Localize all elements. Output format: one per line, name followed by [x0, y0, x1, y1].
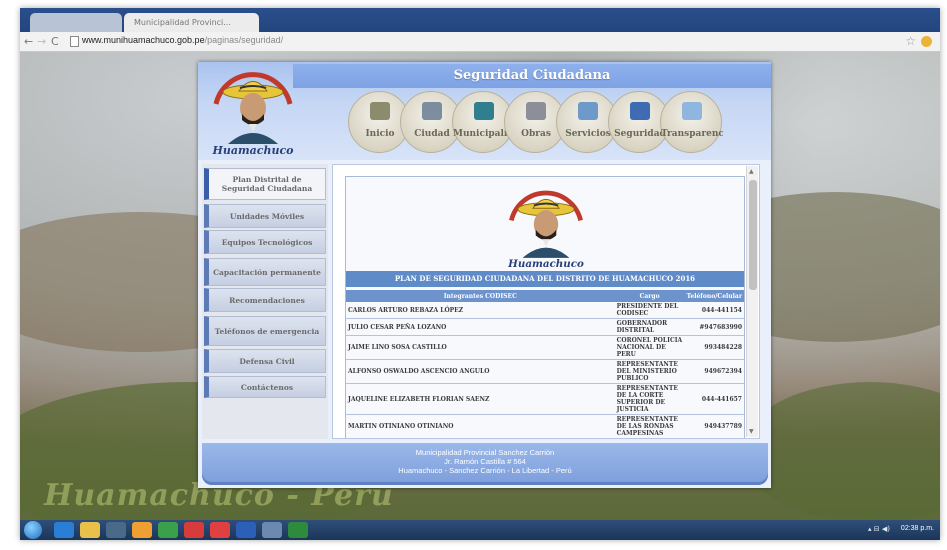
logo-caption: Huamachuco: [211, 144, 293, 157]
media-player-icon[interactable]: [106, 522, 126, 538]
scroll-down-icon[interactable]: ▼: [749, 428, 754, 435]
table-row: CARLOS ARTURO REBAZA LÓPEZ PRESIDENTE DEL…: [346, 302, 744, 319]
footer-line-3: Huamachuco - Sanchez Carrión - La Libert…: [398, 466, 572, 475]
city-icon: [422, 102, 442, 120]
word-icon[interactable]: [236, 522, 256, 538]
sidebar-item-2[interactable]: Equipos Tecnológicos: [204, 230, 326, 254]
table-row: JAQUELINE ELIZABETH FLORIAN SAENZ REPRESE…: [346, 383, 744, 415]
opera-icon[interactable]: [210, 522, 230, 538]
sidebar-item-4[interactable]: Recomendaciones: [204, 288, 326, 312]
municipality-logo[interactable]: Huamachuco: [202, 64, 304, 158]
scroll-up-icon[interactable]: ▲: [749, 168, 754, 175]
main-menu: InicioCiudadMunicipalidadObrasServiciosS…: [348, 91, 768, 157]
browser-tab-inactive[interactable]: [30, 13, 122, 32]
security-icon: [630, 102, 650, 120]
phone-cell: 993484228: [684, 335, 744, 360]
url-path: /paginas/seguridad/: [204, 35, 284, 45]
internet-explorer-icon[interactable]: [54, 522, 74, 538]
table-row: ALFONSO OSWALDO ASCENCIO ANGULO REPRESENT…: [346, 359, 744, 384]
table-row: MARTIN OTINIANO OTINIANO REPRESENTANTE DE…: [346, 414, 744, 438]
taskbar: ▴ ⊟ ◀) 02:38 p.m.: [20, 520, 940, 540]
website: Seguridad Ciudadana Huamachuco Inicio Ciu…: [198, 62, 771, 488]
start-button-icon[interactable]: [24, 521, 42, 539]
sidebar-item-3[interactable]: Capacitación permanente: [204, 258, 326, 286]
sidebar-item-6[interactable]: Defensa Civil: [204, 349, 326, 373]
bookmark-star-icon[interactable]: ☆: [905, 34, 916, 48]
menu-button-6[interactable]: Transparencia: [660, 91, 723, 153]
system-tray-icons[interactable]: ▴ ⊟ ◀): [868, 525, 890, 533]
column-header-cargo: Cargo: [614, 290, 685, 302]
phone-cell: 044-441154: [684, 302, 744, 319]
extension-icon[interactable]: [921, 36, 932, 47]
reload-icon[interactable]: C: [51, 35, 59, 48]
excel-icon[interactable]: [288, 522, 308, 538]
scroll-thumb[interactable]: [749, 180, 757, 290]
member-name-cell: JAIME LINO SOSA CASTILLO: [346, 335, 615, 360]
plan-title: PLAN DE SEGURIDAD CIUDADANA DEL DISTRITO…: [346, 271, 744, 287]
chrome-icon[interactable]: [158, 522, 178, 538]
firefox-icon[interactable]: [132, 522, 152, 538]
footer-line-2: Jr. Ramón Castilla # 564: [444, 457, 526, 466]
works-icon: [526, 102, 546, 120]
site-header: Seguridad Ciudadana Huamachuco Inicio Ciu…: [198, 62, 771, 160]
member-name-cell: MARTIN OTINIANO OTINIANO: [346, 414, 615, 438]
phone-cell: #947683990: [684, 318, 744, 336]
site-footer: Municipalidad Provincial Sanchez Carrión…: [202, 443, 768, 485]
member-name-cell: CARLOS ARTURO REBAZA LÓPEZ: [346, 302, 615, 319]
codisec-table: Integrantes CODISEC Cargo Teléfono/Celul…: [346, 290, 744, 438]
browser-tab-active[interactable]: Municipalidad Provinci...: [124, 13, 259, 32]
member-name-cell: ALFONSO OSWALDO ASCENCIO ANGULO: [346, 359, 615, 384]
window-icon[interactable]: [262, 522, 282, 538]
phone-cell: 949672394: [684, 359, 744, 384]
cargo-cell: PRESIDENTE DEL CODISEC: [614, 302, 685, 319]
member-name-cell: JAQUELINE ELIZABETH FLORIAN SAENZ: [346, 383, 615, 415]
table-row: JAIME LINO SOSA CASTILLO CORONEL POLICIA …: [346, 335, 744, 360]
document-logo-caption: Huamachuco: [507, 258, 584, 270]
cargo-cell: GOBERNADOR DISTRITAL: [614, 318, 685, 336]
pdf-reader-icon[interactable]: [184, 522, 204, 538]
page-icon: [70, 36, 79, 47]
content-panel: Huamachuco PLAN DE SEGURIDAD CIUDADANA D…: [332, 164, 760, 439]
member-name-cell: JULIO CESAR PEÑA LOZANO: [346, 318, 615, 336]
sidebar-item-0[interactable]: Plan Distrital de Seguridad Ciudadana: [204, 168, 326, 200]
table-body: CARLOS ARTURO REBAZA LÓPEZ PRESIDENTE DEL…: [346, 302, 744, 438]
document-area: Huamachuco PLAN DE SEGURIDAD CIUDADANA D…: [345, 176, 745, 438]
content-scrollbar[interactable]: ▲ ▼: [746, 166, 758, 437]
url-domain: www.munihuamachuco.gob.pe: [82, 35, 205, 45]
column-header-members: Integrantes CODISEC: [346, 290, 615, 302]
phone-cell: 949437789: [684, 414, 744, 438]
page-title: Seguridad Ciudadana: [293, 64, 771, 88]
footer-line-1: Municipalidad Provincial Sanchez Carrión: [415, 448, 555, 457]
tab-strip: Municipalidad Provinci...: [20, 8, 940, 32]
table-header-row: Integrantes CODISEC Cargo Teléfono/Celul…: [346, 290, 744, 302]
table-row: JULIO CESAR PEÑA LOZANO GOBERNADOR DISTRI…: [346, 318, 744, 336]
clock: 02:38 p.m.: [900, 525, 934, 532]
url-field[interactable]: www.munihuamachuco.gob.pe/paginas/seguri…: [68, 35, 908, 49]
magnifier-icon: [682, 102, 702, 120]
sidebar: Plan Distrital de Seguridad Ciudadana Uni…: [202, 164, 328, 439]
cargo-cell: REPRESENTANTE DEL MINISTERIO PUBLICO: [614, 359, 685, 384]
address-bar: ← → C www.munihuamachuco.gob.pe/paginas/…: [20, 32, 940, 52]
menu-button-label: Transparencia: [661, 129, 723, 139]
document-logo: Huamachuco: [507, 190, 584, 270]
back-icon[interactable]: ←: [24, 35, 33, 48]
column-header-phone: Teléfono/Celular: [684, 290, 744, 302]
folder-icon[interactable]: [80, 522, 100, 538]
cargo-cell: REPRESENTANTE DE LAS RONDAS CAMPESINAS: [614, 414, 685, 438]
phone-cell: 044-441657: [684, 383, 744, 415]
cargo-cell: REPRESENTANTE DE LA CORTE SUPERIOR DE JU…: [614, 383, 685, 415]
screen-frame: Municipalidad Provinci... ← → C www.muni…: [20, 8, 940, 540]
sidebar-item-1[interactable]: Unidades Móviles: [204, 204, 326, 228]
home-icon: [370, 102, 390, 120]
forward-icon[interactable]: →: [37, 35, 46, 48]
cargo-cell: CORONEL POLICIA NACIONAL DE PERU: [614, 335, 685, 360]
sidebar-item-5[interactable]: Teléfonos de emergencia: [204, 316, 326, 346]
sidebar-item-7[interactable]: Contáctenos: [204, 376, 326, 398]
services-icon: [578, 102, 598, 120]
municipality-icon: [474, 102, 494, 120]
